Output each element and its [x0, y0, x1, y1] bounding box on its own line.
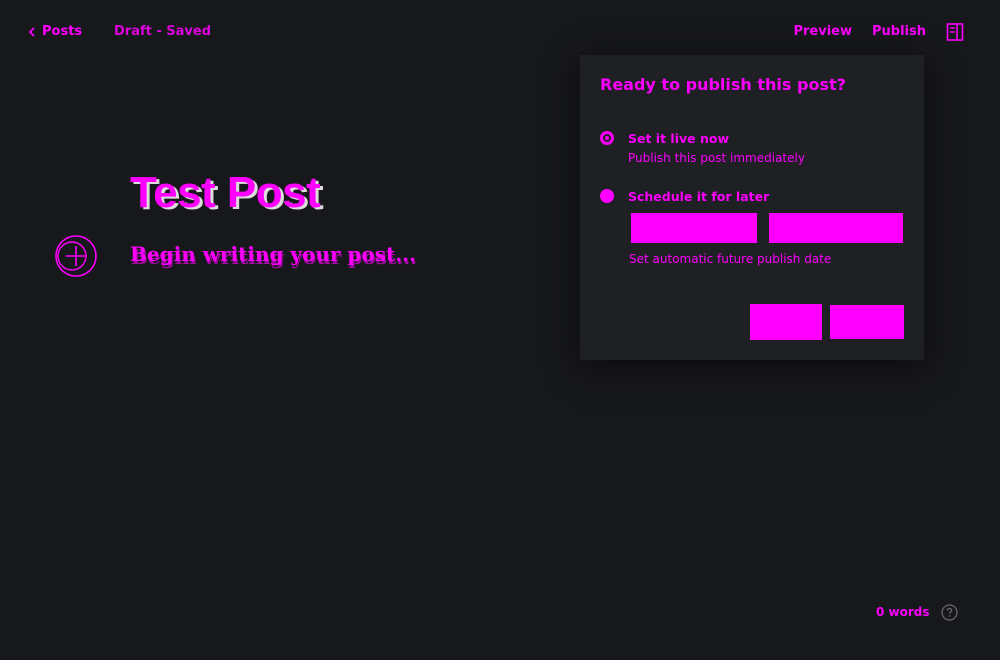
schedule-option[interactable]: Schedule it for later: [600, 188, 769, 206]
preview-button[interactable]: Preview: [793, 18, 852, 45]
publish-now-description: Publish this post immediately: [628, 151, 805, 165]
editor-screen: Posts Draft - Saved Preview Publish Test…: [0, 0, 1000, 660]
schedule-hint: Set automatic future publish date: [629, 252, 832, 266]
word-count: 0 words: [876, 605, 930, 619]
schedule-radio[interactable]: [600, 189, 614, 203]
top-actions: Preview Publish: [793, 18, 964, 45]
schedule-label: Schedule it for later: [628, 189, 770, 204]
cancel-button[interactable]: [750, 304, 822, 340]
sidebar-toggle-icon[interactable]: [946, 22, 964, 42]
plus-circle-icon[interactable]: [52, 234, 100, 278]
confirm-publish-button[interactable]: [830, 305, 904, 339]
publish-button[interactable]: Publish: [872, 18, 926, 45]
publish-now-radio[interactable]: [600, 131, 614, 145]
publish-panel: Ready to publish this post? Set it live …: [580, 55, 924, 360]
chevron-left-icon: [28, 26, 35, 37]
save-status: Draft - Saved: [114, 24, 212, 39]
schedule-time-input[interactable]: [769, 213, 903, 243]
publish-now-label: Set it live now: [628, 131, 730, 146]
post-body-input[interactable]: Begin writing your post...: [130, 242, 416, 266]
publish-now-option[interactable]: Set it live now Publish this post immedi…: [600, 130, 805, 165]
schedule-date-input[interactable]: [631, 213, 757, 243]
back-label: Posts: [42, 24, 83, 39]
back-to-posts-link[interactable]: Posts: [28, 24, 82, 39]
publish-panel-title: Ready to publish this post?: [600, 75, 846, 94]
question-circle-icon[interactable]: [941, 604, 958, 621]
post-title[interactable]: Test Post: [130, 168, 321, 218]
